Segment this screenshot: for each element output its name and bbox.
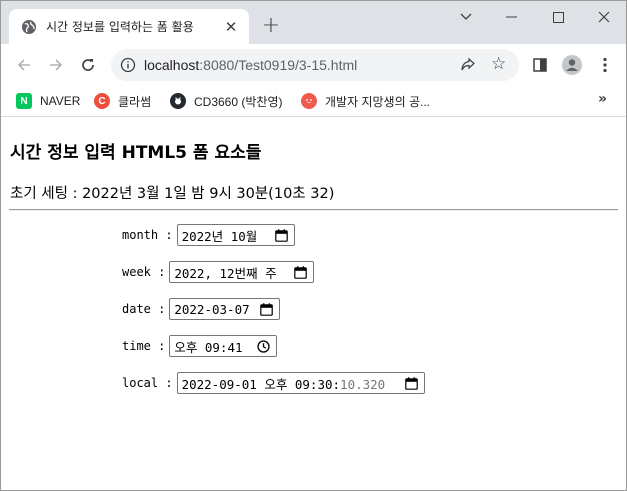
tab-close-icon[interactable]: ✕ bbox=[223, 19, 239, 35]
tab-search-chevron-icon[interactable] bbox=[443, 1, 489, 33]
datetime-local-value: 2022-09-01 오후 09:30:10.320 bbox=[181, 376, 386, 392]
bookmark-label: 개발자 지망생의 공... bbox=[325, 94, 430, 109]
date-row: date : 2022-03-07 bbox=[122, 298, 281, 320]
initial-setting-text: 초기 세팅 : 2022년 3월 1일 밤 9시 30분(10초 32) bbox=[10, 186, 335, 202]
reload-icon[interactable] bbox=[75, 52, 101, 78]
bookmark-classum[interactable]: C 클라썸 bbox=[94, 92, 151, 110]
local-label: local : bbox=[122, 376, 173, 390]
datetime-local-row: local : 2022-09-01 오후 09:30:10.320 bbox=[122, 372, 425, 394]
forward-arrow-icon[interactable] bbox=[43, 52, 69, 78]
calendar-icon[interactable] bbox=[274, 228, 288, 242]
date-input[interactable]: 2022-03-07 bbox=[169, 298, 281, 320]
site-info-icon[interactable] bbox=[120, 57, 136, 73]
url-path: :8080/Test0919/3-15.html bbox=[199, 57, 358, 73]
url-text[interactable]: localhost:8080/Test0919/3-15.html bbox=[144, 57, 357, 73]
bookmark-star-icon[interactable]: ☆ bbox=[491, 55, 506, 73]
time-label: time : bbox=[122, 339, 166, 353]
minimize-icon[interactable] bbox=[489, 1, 535, 33]
browser-tab[interactable]: 시간 정보를 입력하는 폼 활용 ✕ bbox=[9, 9, 249, 44]
bookmarks-overflow-chevron-icon[interactable]: » bbox=[598, 91, 607, 107]
back-arrow-icon[interactable] bbox=[11, 52, 37, 78]
month-value: 2022년 10월 bbox=[181, 228, 258, 244]
calendar-icon[interactable] bbox=[404, 376, 418, 390]
new-tab-plus-icon[interactable]: + bbox=[259, 14, 283, 38]
month-row: month : 2022년 10월 bbox=[122, 224, 295, 246]
page-content: 시간 정보 입력 HTML5 폼 요소들 초기 세팅 : 2022년 3월 1일… bbox=[1, 118, 626, 490]
classum-icon: C bbox=[94, 93, 110, 109]
naver-icon: N bbox=[16, 93, 32, 109]
datetime-local-input[interactable]: 2022-09-01 오후 09:30:10.320 bbox=[176, 372, 425, 394]
date-label: date : bbox=[122, 302, 166, 316]
calendar-icon[interactable] bbox=[260, 302, 274, 316]
tab-strip: 시간 정보를 입력하는 폼 활용 ✕ + bbox=[1, 1, 626, 44]
blog-icon bbox=[301, 93, 317, 109]
bookmark-naver[interactable]: N NAVER bbox=[16, 92, 80, 110]
week-label: week : bbox=[122, 265, 166, 279]
side-panel-icon[interactable] bbox=[529, 54, 551, 76]
date-value: 2022-03-07 bbox=[174, 301, 250, 317]
month-input[interactable]: 2022년 10월 bbox=[176, 224, 295, 246]
share-icon[interactable] bbox=[460, 57, 476, 73]
bookmark-blog[interactable]: 개발자 지망생의 공... bbox=[301, 92, 430, 110]
bookmarks-bar: N NAVER C 클라썸 CD3660 (박찬영) 개발자 지망생의 공...… bbox=[1, 86, 626, 117]
horizontal-rule bbox=[9, 209, 618, 211]
week-row: week : 2022, 12번째 주 bbox=[122, 261, 315, 283]
bookmark-label: CD3660 (박찬영) bbox=[194, 94, 283, 109]
browser-toolbar: localhost:8080/Test0919/3-15.html ☆ bbox=[1, 44, 626, 86]
browser-window: 시간 정보를 입력하는 폼 활용 ✕ + localhost:8080/Test… bbox=[0, 0, 627, 491]
calendar-icon[interactable] bbox=[294, 265, 308, 279]
bookmark-label: 클라썸 bbox=[118, 94, 152, 109]
profile-avatar-icon[interactable] bbox=[561, 54, 583, 76]
time-row: time : 오후 09:41 bbox=[122, 335, 278, 357]
maximize-icon[interactable] bbox=[535, 1, 581, 33]
clock-icon[interactable] bbox=[257, 339, 271, 353]
bookmark-github[interactable]: CD3660 (박찬영) bbox=[170, 92, 282, 110]
url-host: localhost bbox=[144, 57, 200, 73]
tab-title: 시간 정보를 입력하는 폼 활용 bbox=[46, 20, 194, 34]
week-value: 2022, 12번째 주 bbox=[174, 265, 277, 281]
menu-kebab-icon[interactable] bbox=[594, 54, 616, 76]
week-input[interactable]: 2022, 12번째 주 bbox=[169, 261, 315, 283]
github-icon bbox=[170, 93, 186, 109]
address-bar[interactable]: localhost:8080/Test0919/3-15.html ☆ bbox=[111, 49, 519, 81]
month-label: month : bbox=[122, 228, 173, 242]
bookmark-label: NAVER bbox=[40, 94, 81, 108]
globe-icon bbox=[22, 19, 36, 34]
page-title: 시간 정보 입력 HTML5 폼 요소들 bbox=[10, 143, 262, 163]
time-input[interactable]: 오후 09:41 bbox=[169, 335, 278, 357]
time-value: 오후 09:41 bbox=[174, 339, 243, 355]
window-close-icon[interactable] bbox=[581, 1, 626, 33]
